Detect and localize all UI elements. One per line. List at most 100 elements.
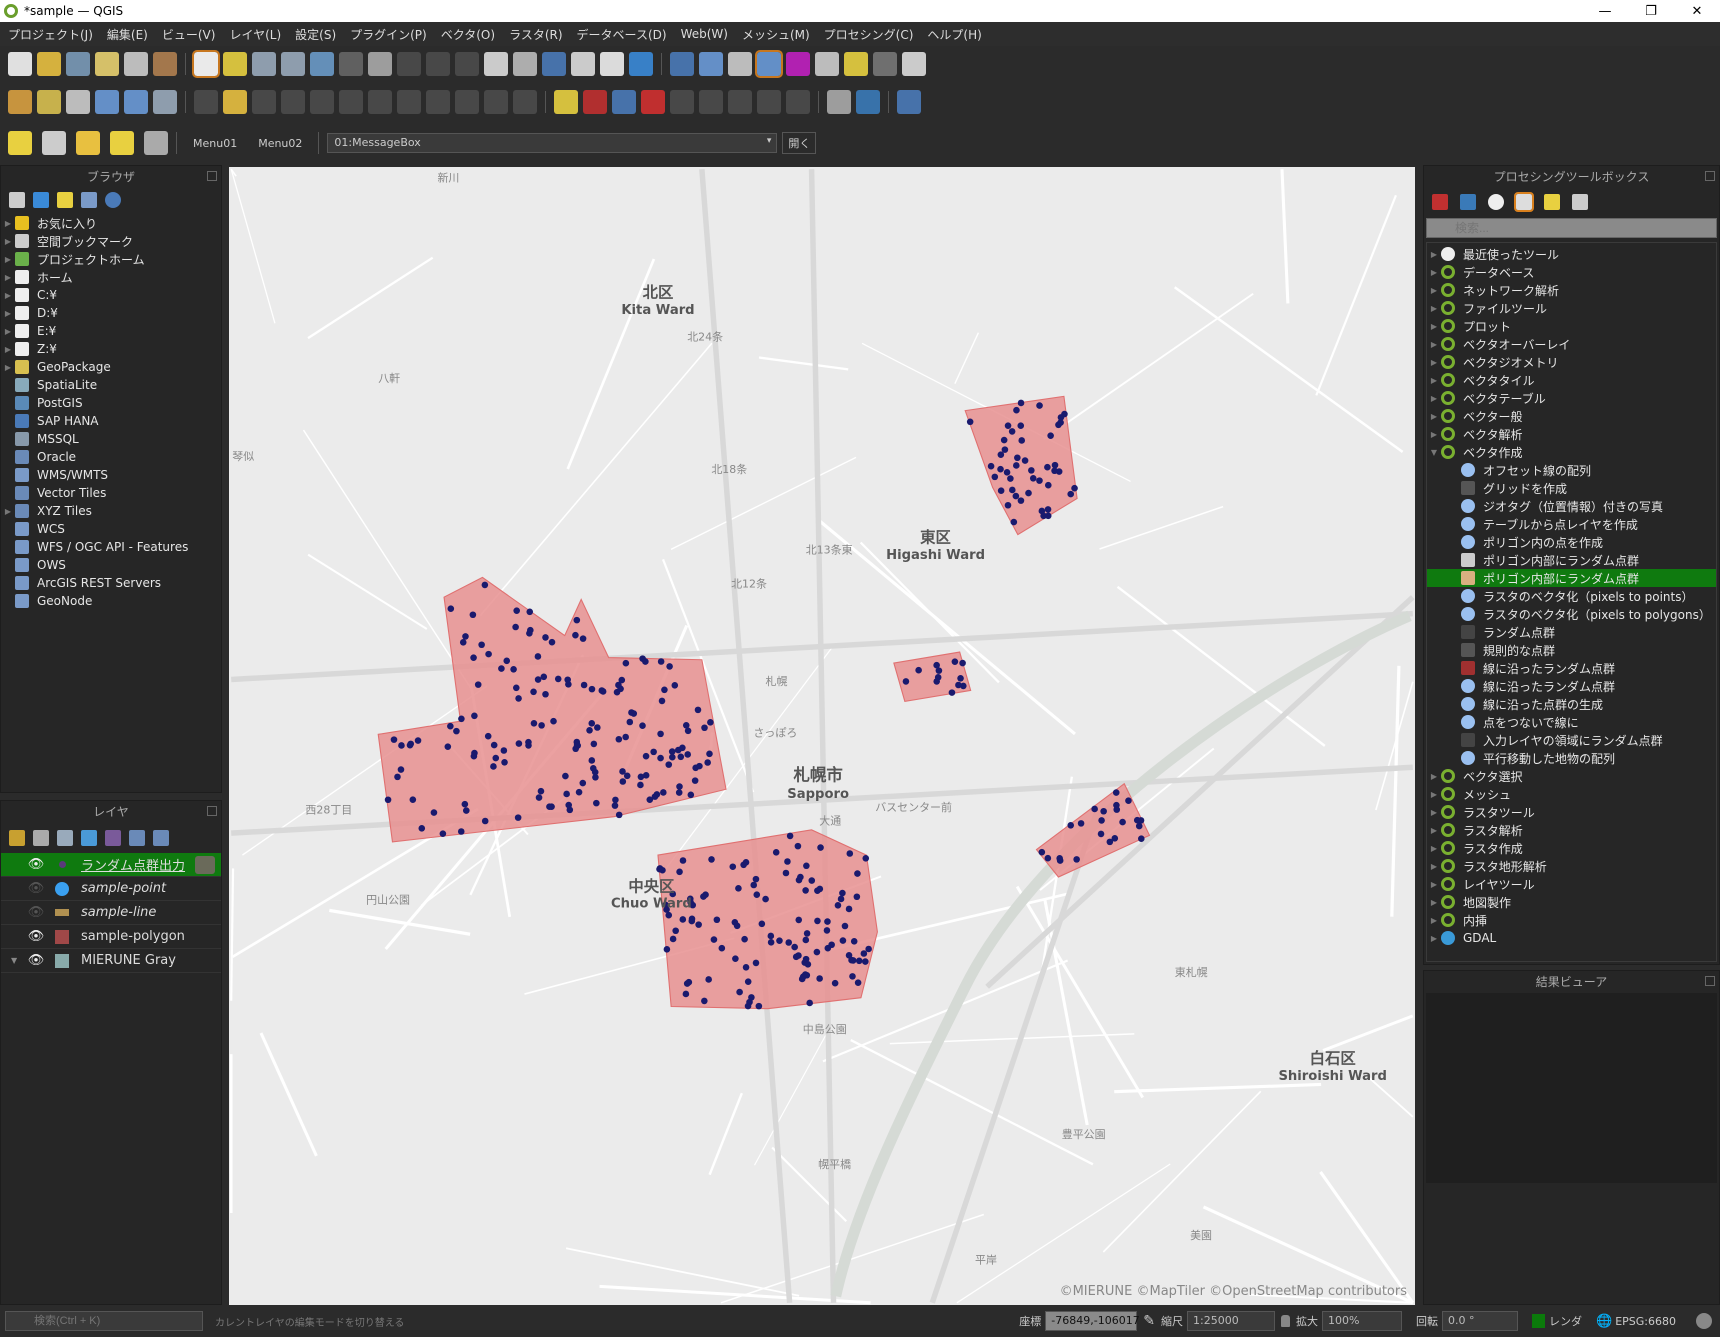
results-viewer-icon[interactable]	[1514, 192, 1534, 212]
random-point-feature[interactable]	[669, 935, 677, 943]
visibility-eye-icon[interactable]: 👁	[25, 929, 47, 944]
browser-item[interactable]: ▶ Z:¥	[1, 340, 221, 358]
paste-icon[interactable]	[455, 90, 479, 114]
random-point-feature[interactable]	[1018, 437, 1026, 444]
random-point-feature[interactable]	[406, 741, 414, 749]
new-temporary-layer-icon[interactable]	[66, 90, 90, 114]
diagram-icon[interactable]	[583, 90, 607, 114]
new-map-view-icon[interactable]	[484, 52, 508, 76]
show-bookmarks-icon[interactable]	[571, 52, 595, 76]
toolbox-item[interactable]: 線に沿った点群の生成	[1427, 695, 1716, 713]
random-point-feature[interactable]	[650, 748, 657, 756]
random-point-feature[interactable]	[444, 743, 452, 750]
random-point-feature[interactable]	[736, 988, 743, 996]
lock-scale-icon[interactable]	[1281, 1315, 1291, 1327]
coordinate-field[interactable]: -76849,-106017	[1045, 1311, 1140, 1331]
random-point-feature[interactable]	[679, 857, 687, 864]
random-point-feature[interactable]	[474, 681, 482, 688]
random-point-feature[interactable]	[845, 952, 853, 959]
random-point-feature[interactable]	[1014, 454, 1021, 462]
random-point-feature[interactable]	[430, 809, 438, 816]
settings-icon[interactable]	[873, 52, 897, 76]
random-point-feature[interactable]	[1004, 422, 1012, 429]
browser-item[interactable]: MSSQL	[1, 430, 221, 448]
style-manager-icon[interactable]	[153, 52, 177, 76]
layer-item[interactable]: 👁 sample-polygon	[1, 925, 221, 949]
random-point-feature[interactable]	[854, 870, 861, 877]
random-point-feature[interactable]	[534, 653, 542, 660]
expand-arrow-icon[interactable]: ▶	[1427, 304, 1441, 313]
random-point-feature[interactable]	[679, 916, 687, 923]
random-point-feature[interactable]	[814, 917, 821, 925]
random-point-feature[interactable]	[463, 807, 470, 814]
random-point-feature[interactable]	[510, 665, 517, 673]
menu-item[interactable]: レイヤ(L)	[229, 26, 281, 43]
random-point-feature[interactable]	[575, 788, 583, 796]
filter-icon[interactable]	[57, 192, 73, 208]
random-point-feature[interactable]	[639, 722, 646, 729]
zoom-native-icon[interactable]	[397, 52, 421, 76]
random-point-feature[interactable]	[542, 634, 549, 641]
random-point-feature[interactable]	[694, 706, 702, 714]
random-point-feature[interactable]	[933, 661, 940, 669]
random-point-feature[interactable]	[704, 759, 711, 766]
render-checkbox[interactable]	[1532, 1314, 1546, 1328]
random-point-feature[interactable]	[554, 675, 562, 683]
toolbox-item[interactable]: ▶ レイヤツール	[1427, 875, 1716, 893]
toolbox-item[interactable]: ▶ メッシュ	[1427, 785, 1716, 803]
random-point-feature[interactable]	[1098, 817, 1105, 824]
toolbox-item[interactable]: ▶ 内挿	[1427, 911, 1716, 929]
data-source-manager-icon[interactable]	[8, 90, 32, 114]
random-point-feature[interactable]	[1077, 820, 1085, 827]
delete-icon[interactable]	[368, 90, 392, 114]
menu-item[interactable]: プラグイン(P)	[350, 26, 427, 43]
menu-item[interactable]: ラスタ(R)	[509, 26, 562, 43]
random-point-feature[interactable]	[744, 1002, 752, 1010]
browser-item[interactable]: ▶ GeoPackage	[1, 358, 221, 376]
expand-arrow-icon[interactable]: ▶	[1427, 268, 1441, 277]
random-point-feature[interactable]	[1091, 805, 1098, 813]
edit-features-icon[interactable]	[1544, 194, 1560, 210]
expand-arrow-icon[interactable]: ▶	[1427, 340, 1441, 349]
random-point-feature[interactable]	[548, 638, 556, 646]
toolbox-item[interactable]: オフセット線の配列	[1427, 461, 1716, 479]
add-group-icon[interactable]	[33, 830, 49, 846]
expression-filter-icon[interactable]	[105, 830, 121, 846]
zoom-next-icon[interactable]	[455, 52, 479, 76]
random-point-feature[interactable]	[498, 665, 505, 672]
random-point-feature[interactable]	[530, 720, 538, 727]
random-point-feature[interactable]	[855, 957, 863, 965]
expand-arrow-icon[interactable]: ▶	[1, 255, 15, 264]
cut-icon[interactable]	[397, 90, 421, 114]
toolbox-search-input[interactable]	[1426, 218, 1717, 238]
toolbox-item[interactable]: ▶ GDAL	[1427, 929, 1716, 947]
random-point-feature[interactable]	[839, 937, 847, 944]
random-point-feature[interactable]	[653, 791, 661, 798]
random-point-feature[interactable]	[1007, 475, 1014, 482]
random-point-feature[interactable]	[1138, 835, 1145, 842]
random-point-feature[interactable]	[776, 937, 783, 944]
random-point-feature[interactable]	[691, 777, 699, 784]
browser-item[interactable]: ▶ プロジェクトホーム	[1, 250, 221, 268]
random-point-feature[interactable]	[478, 641, 485, 649]
browser-item[interactable]: ▶ XYZ Tiles	[1, 502, 221, 520]
random-point-feature[interactable]	[839, 889, 846, 897]
identify-icon[interactable]	[670, 52, 694, 76]
magnifier-field[interactable]: 100%	[1322, 1311, 1403, 1331]
random-point-feature[interactable]	[611, 802, 619, 809]
random-point-feature[interactable]	[702, 891, 709, 898]
random-point-feature[interactable]	[565, 801, 573, 809]
random-point-feature[interactable]	[594, 724, 601, 731]
expand-arrow-icon[interactable]: ▶	[1427, 844, 1441, 853]
random-point-feature[interactable]	[1009, 486, 1016, 494]
random-point-feature[interactable]	[618, 676, 626, 684]
random-point-feature[interactable]	[741, 935, 748, 943]
toolbox-item[interactable]: 入力レイヤの領域にランダム点群	[1427, 731, 1716, 749]
random-point-feature[interactable]	[677, 753, 685, 761]
random-point-feature[interactable]	[1106, 838, 1114, 846]
text-annotation-icon[interactable]	[902, 52, 926, 76]
random-point-feature[interactable]	[729, 863, 737, 871]
random-point-feature[interactable]	[459, 639, 467, 646]
random-point-feature[interactable]	[458, 715, 465, 723]
random-point-feature[interactable]	[617, 685, 624, 693]
